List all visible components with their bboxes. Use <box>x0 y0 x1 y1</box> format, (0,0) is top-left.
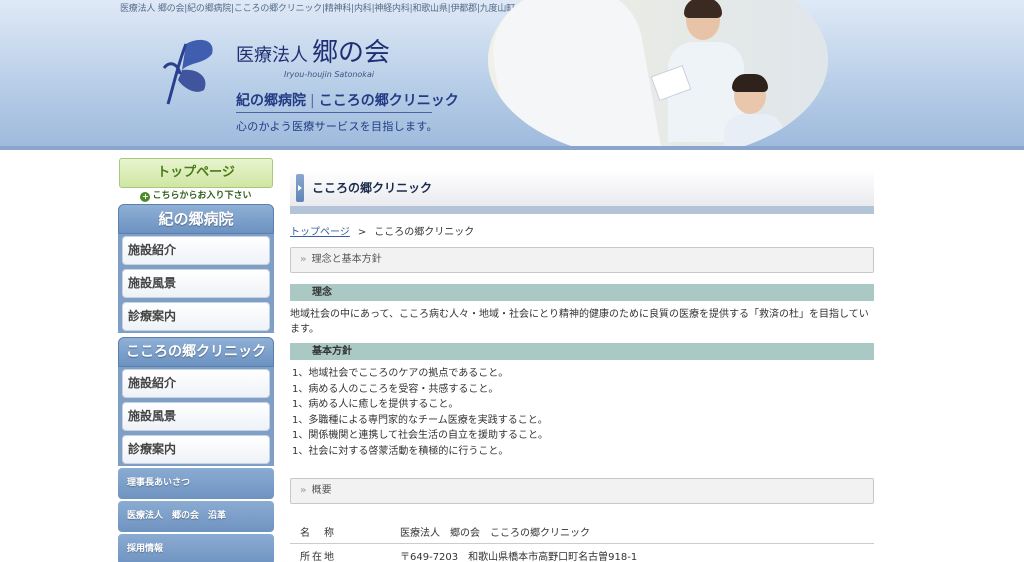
sidebar-link-recruit[interactable]: 採用情報 <box>118 534 274 562</box>
sidebar-link-history[interactable]: 医療法人 郷の会 沿革 <box>118 501 274 532</box>
org-name: 郷の会 <box>312 38 391 68</box>
sidebar-item-label: 施設風景 <box>122 402 270 431</box>
main-content: こころの郷クリニック トップページ > こころの郷クリニック » 理念と基本方針 理… <box>290 170 874 562</box>
sidebar-item-hospital-scenery[interactable]: 施設風景 <box>118 267 274 300</box>
overview-table: 名 称 医療法人 郷の会 こころの郷クリニック 所在地 〒649-7203 和歌… <box>290 523 874 562</box>
sidebar-item-label: 施設紹介 <box>122 369 270 398</box>
plus-circle-icon: + <box>140 192 151 202</box>
table-row: 所在地 〒649-7203 和歌山県橋本市高野口町名古曽918-1 <box>290 543 874 562</box>
table-key: 所在地 <box>300 551 336 562</box>
band-philosophy: 理念 <box>290 284 874 301</box>
header-photo <box>488 0 828 150</box>
page-title-bar: こころの郷クリニック <box>290 170 874 206</box>
section-heading-label: 理念と基本方針 <box>311 254 382 265</box>
title-marker-icon <box>296 174 304 202</box>
sidebar-item-label: 施設風景 <box>122 269 270 298</box>
sidebar-group-clinic[interactable]: こころの郷クリニック <box>118 337 274 367</box>
table-value: 医療法人 郷の会 こころの郷クリニック <box>400 523 874 544</box>
sidebar-item-hospital-guide[interactable]: 診療案内 <box>118 300 274 333</box>
table-value: 〒649-7203 和歌山県橋本市高野口町名古曽918-1 <box>400 551 638 562</box>
list-item: 1、病める人に癒しを提供すること。 <box>292 399 459 411</box>
sidebar-nav: トップページ + こちらからお入り下さい 紀の郷病院 施設紹介 施設風景 診療案内… <box>118 158 274 562</box>
page-title: こころの郷クリニック <box>312 181 433 195</box>
facility-separator: | <box>310 93 315 109</box>
seo-keywords: 医療法人 郷の会|紀の郷病院|こころの郷クリニック|精神科|内科|神経内科|和歌… <box>120 4 515 14</box>
double-chevron-icon: » <box>300 254 307 265</box>
section-heading-overview: » 概要 <box>290 477 874 504</box>
site-header: 医療法人 郷の会|紀の郷病院|こころの郷クリニック|精神科|内科|神経内科|和歌… <box>0 0 1024 150</box>
org-romaji: Iryou-houjin Satonokai <box>284 70 375 79</box>
section-heading-philosophy: » 理念と基本方針 <box>290 247 874 273</box>
facility-clinic: こころの郷クリニック <box>318 93 459 109</box>
sidebar-item-clinic-facility[interactable]: 施設紹介 <box>118 367 274 400</box>
enter-here-label: こちらからお入り下さい <box>152 191 252 201</box>
sidebar-item-clinic-guide[interactable]: 診療案内 <box>118 433 274 466</box>
list-item: 1、地域社会でこころのケアの拠点であること。 <box>292 368 509 379</box>
breadcrumb-separator: > <box>357 227 367 238</box>
list-item: 1、社会に対する啓蒙活動を積極的に行うこと。 <box>292 445 509 457</box>
breadcrumb-current: こころの郷クリニック <box>374 227 475 238</box>
sidebar-item-clinic-scenery[interactable]: 施設風景 <box>118 400 274 433</box>
breadcrumb: トップページ > こころの郷クリニック <box>290 226 874 240</box>
facility-rule <box>236 112 432 113</box>
section-heading-label: 概要 <box>311 484 332 496</box>
sidebar-item-hospital-facility[interactable]: 施設紹介 <box>118 234 274 267</box>
list-item: 1、病める人のこころを受容・共感すること。 <box>292 383 499 395</box>
list-item: 1、関係機関と連携して社会生活の自立を援助すること。 <box>292 430 549 442</box>
sidebar-item-label: 診療案内 <box>122 435 270 464</box>
header-bottom-rule <box>0 146 1024 150</box>
table-key: 名 称 <box>290 523 400 544</box>
facility-hospital: 紀の郷病院 <box>236 93 306 109</box>
facility-names: 紀の郷病院 | こころの郷クリニック <box>236 90 459 110</box>
sidebar-item-label: 施設紹介 <box>122 236 270 265</box>
philosophy-text: 地域社会の中にあって、こころ病む人々・地域・社会にとり精神的健康のために良質の医… <box>290 309 869 335</box>
slogan: 心のかよう医療サービスを目指します。 <box>236 120 438 133</box>
org-title[interactable]: 医療法人 郷の会 <box>236 32 390 69</box>
org-prefix: 医療法人 <box>236 45 308 66</box>
top-page-button[interactable]: トップページ <box>119 158 273 188</box>
orchid-logo-icon[interactable] <box>160 34 222 106</box>
band-policy: 基本方針 <box>290 343 874 360</box>
sidebar-link-chairman-greeting[interactable]: 理事長あいさつ <box>118 468 274 499</box>
breadcrumb-home-link[interactable]: トップページ <box>290 227 350 238</box>
policy-list: 1、地域社会でこころのケアの拠点であること。 1、病める人のこころを受容・共感す… <box>290 366 874 460</box>
table-row: 名 称 医療法人 郷の会 こころの郷クリニック <box>290 523 874 544</box>
list-item: 1、多職種による専門家的なチーム医療を実践すること。 <box>292 414 548 426</box>
double-chevron-icon: » <box>300 484 307 496</box>
sidebar-item-label: 診療案内 <box>122 302 270 331</box>
enter-here-link[interactable]: + こちらからお入り下さい <box>118 188 274 204</box>
title-underline <box>290 206 874 214</box>
sidebar-group-hospital[interactable]: 紀の郷病院 <box>118 204 274 234</box>
